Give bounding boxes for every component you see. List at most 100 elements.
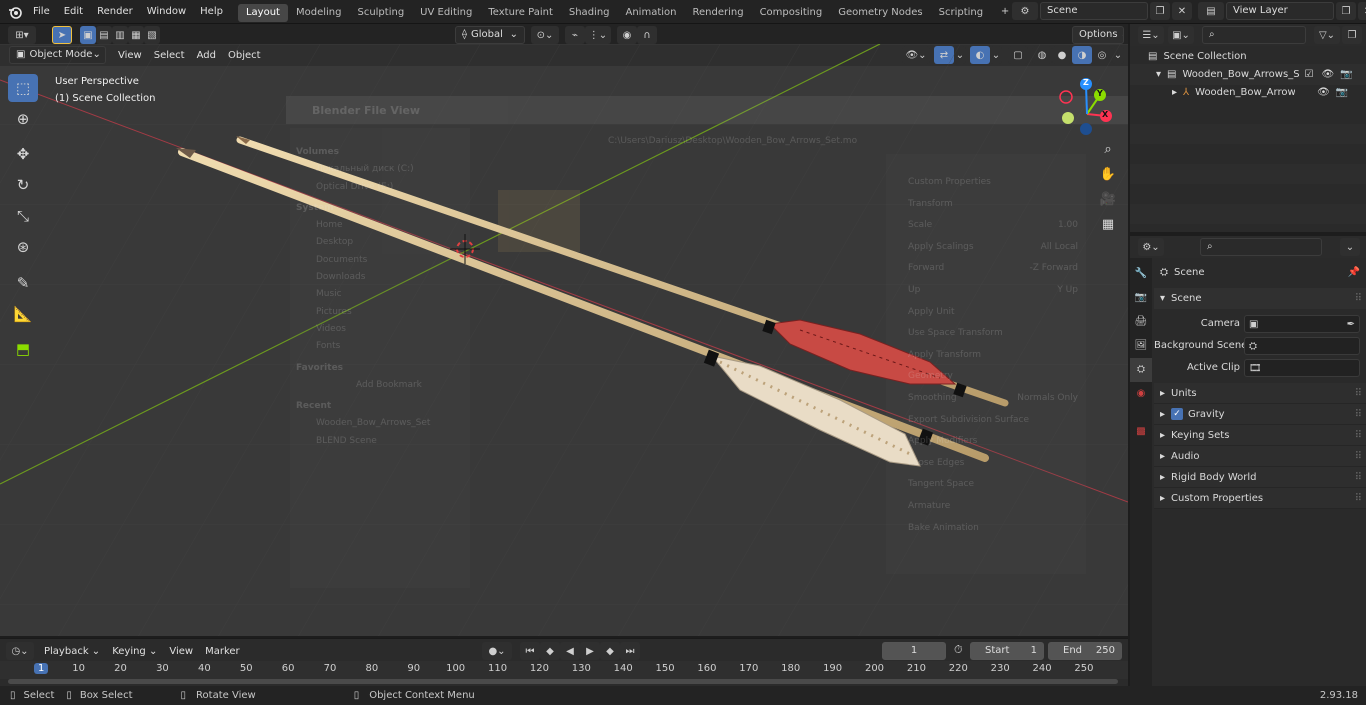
view-layer-field[interactable]: View Layer	[1226, 2, 1334, 20]
jump-prev-keyframe-icon[interactable]: ◆	[540, 642, 560, 660]
scale-tool-icon[interactable]: ⤡	[8, 202, 38, 230]
camera-field[interactable]: ▣ ✒	[1244, 315, 1360, 333]
proportional-falloff-icon[interactable]: ∩	[637, 26, 657, 44]
menu-file[interactable]: File	[26, 0, 57, 24]
auto-keying-icon[interactable]: ●⌄	[482, 642, 512, 660]
new-scene-icon[interactable]: ❐	[1150, 2, 1170, 20]
properties-editor-type-icon[interactable]: ⚙⌄	[1138, 238, 1164, 256]
select-new-icon[interactable]: ▣	[80, 26, 96, 44]
outliner-editor-type-icon[interactable]: ☰⌄	[1138, 26, 1164, 44]
menu-window[interactable]: Window	[140, 0, 193, 24]
zoom-icon[interactable]: ⌕	[1098, 142, 1118, 162]
scene-name-field[interactable]: Scene	[1040, 2, 1148, 20]
subpanel-audio[interactable]: ▸ Audio ⠿	[1154, 446, 1366, 467]
select-extend-icon[interactable]: ▤	[96, 26, 112, 44]
tab-modeling[interactable]: Modeling	[288, 4, 350, 22]
frame-ruler[interactable]: 1 10 20 30 40 50 60 70 80 90 100 110 120 130 140 150 160…	[0, 661, 1128, 683]
pan-hand-icon[interactable]: ✋	[1098, 167, 1118, 187]
background-scene-field[interactable]: ⛭	[1244, 337, 1360, 355]
view-layer-tab-icon[interactable]: 🖼	[1130, 334, 1152, 358]
drag-handle-icon[interactable]: ⠿	[1355, 446, 1362, 467]
end-frame-field[interactable]: End 250	[1048, 642, 1122, 660]
tab-scripting[interactable]: Scripting	[931, 4, 991, 22]
jump-end-icon[interactable]: ⏭	[620, 642, 640, 660]
select-tool-icon[interactable]: ➤	[52, 26, 72, 44]
gizmo-x-label[interactable]: X	[1102, 110, 1108, 119]
blender-logo-icon[interactable]	[4, 0, 26, 24]
drag-handle-icon[interactable]: ⠿	[1355, 425, 1362, 446]
scene-panel-header[interactable]: ▾ Scene ⠿	[1154, 288, 1366, 309]
gravity-checkbox[interactable]: ✓	[1171, 408, 1184, 420]
annotate-tool-icon[interactable]: ✎	[8, 269, 38, 297]
tool-tab-icon[interactable]: 🔧	[1130, 262, 1152, 286]
drag-handle-icon[interactable]: ⠿	[1355, 404, 1362, 425]
snap-toggle-icon[interactable]: ⌁	[565, 26, 585, 44]
timeline-menu-view[interactable]: View	[163, 643, 199, 660]
pin-icon[interactable]: 📌	[1348, 262, 1360, 283]
gizmo-z-label[interactable]: Z	[1083, 78, 1089, 87]
properties-search-input[interactable]: ⌕	[1200, 238, 1322, 256]
world-tab-icon[interactable]: ◉	[1130, 382, 1152, 406]
timeline-menu-keying[interactable]: Keying ⌄	[106, 643, 163, 660]
eye-icon[interactable]: 👁	[1317, 82, 1330, 103]
timeline-menu-marker[interactable]: Marker	[199, 643, 246, 660]
tab-animation[interactable]: Animation	[618, 4, 685, 22]
tab-rendering[interactable]: Rendering	[684, 4, 751, 22]
proportional-edit-icon[interactable]: ◉	[617, 26, 637, 44]
camera-icon[interactable]: 📷	[1336, 82, 1348, 103]
cursor-tool-icon[interactable]: ⊕	[8, 105, 38, 133]
gizmo-y-label[interactable]: Y	[1097, 89, 1103, 98]
filter-icon[interactable]: ▽⌄	[1314, 26, 1340, 44]
preview-range-icon[interactable]: ⏱	[954, 643, 963, 657]
3d-viewport[interactable]: ▣ Object Mode ⌄ ViewSelectAddObject 👁⌄ ⇄…	[0, 44, 1128, 636]
menu-help[interactable]: Help	[193, 0, 230, 24]
transform-tool-icon[interactable]: ⊛	[8, 233, 38, 261]
rotate-tool-icon[interactable]: ↻	[8, 171, 38, 199]
tab-texture-paint[interactable]: Texture Paint	[480, 4, 561, 22]
scene-tab-icon[interactable]: ⛭	[1130, 358, 1152, 382]
timeline-menu-playback[interactable]: Playback ⌄	[38, 643, 106, 660]
delete-scene-icon[interactable]: ✕	[1172, 2, 1192, 20]
timeline-scrollbar[interactable]	[8, 679, 1118, 684]
options-dropdown[interactable]: Options ⌄	[1072, 26, 1124, 44]
current-frame-field[interactable]: 1	[882, 642, 946, 660]
timeline-editor-type-icon[interactable]: ◷⌄	[6, 642, 34, 660]
new-collection-icon[interactable]: ❐	[1342, 26, 1362, 44]
play-icon[interactable]: ▶	[580, 642, 600, 660]
tab-shading[interactable]: Shading	[561, 4, 618, 22]
snap-target-icon[interactable]: ⋮⌄	[585, 26, 611, 44]
delete-view-layer-icon[interactable]: ✕	[1358, 2, 1366, 20]
outliner-search-input[interactable]: ⌕	[1202, 26, 1306, 44]
drag-handle-icon[interactable]: ⠿	[1355, 383, 1362, 404]
editor-type-icon[interactable]: ⊞▾	[8, 26, 36, 44]
tab-sculpting[interactable]: Sculpting	[349, 4, 412, 22]
ortho-toggle-icon[interactable]: ▦	[1098, 217, 1118, 237]
measure-tool-icon[interactable]: 📐	[8, 300, 38, 328]
tab-compositing[interactable]: Compositing	[752, 4, 831, 22]
subpanel-keying-sets[interactable]: ▸ Keying Sets ⠿	[1154, 425, 1366, 446]
texture-tab-icon[interactable]: ▩	[1130, 420, 1152, 444]
subpanel-custom-properties[interactable]: ▸ Custom Properties ⠿	[1154, 488, 1366, 509]
output-tab-icon[interactable]: 🖨	[1130, 310, 1152, 334]
select-intersect-icon[interactable]: ▧	[144, 26, 160, 44]
scene-selector-icon[interactable]: ⚙	[1012, 2, 1038, 20]
move-tool-icon[interactable]: ✥	[8, 140, 38, 168]
subpanel-units[interactable]: ▸ Units ⠿	[1154, 383, 1366, 404]
jump-next-keyframe-icon[interactable]: ◆	[600, 642, 620, 660]
outliner-item-armature[interactable]: ▸ ⅄ Wooden_Bow_Arrows_Se 👁 📷	[1130, 82, 1366, 103]
select-subtract-icon[interactable]: ▥	[112, 26, 128, 44]
drag-handle-icon[interactable]: ⠿	[1355, 488, 1362, 509]
eyedropper-icon[interactable]: ✒	[1347, 319, 1355, 330]
subpanel-rigid-body-world[interactable]: ▸ Rigid Body World ⠿	[1154, 467, 1366, 488]
tab-layout[interactable]: Layout	[237, 4, 288, 22]
tab-geometry-nodes[interactable]: Geometry Nodes	[830, 4, 930, 22]
select-invert-icon[interactable]: ▦	[128, 26, 144, 44]
camera-view-icon[interactable]: 🎥	[1098, 192, 1118, 212]
render-tab-icon[interactable]: 📷	[1130, 286, 1152, 310]
tab-uv-editing[interactable]: UV Editing	[412, 4, 480, 22]
drag-handle-icon[interactable]: ⠿	[1355, 288, 1362, 309]
subpanel-gravity[interactable]: ▸ ✓ Gravity ⠿	[1154, 404, 1366, 425]
menu-edit[interactable]: Edit	[57, 0, 90, 24]
add-cube-tool-icon[interactable]: ⬒	[8, 335, 38, 363]
menu-render[interactable]: Render	[90, 0, 140, 24]
